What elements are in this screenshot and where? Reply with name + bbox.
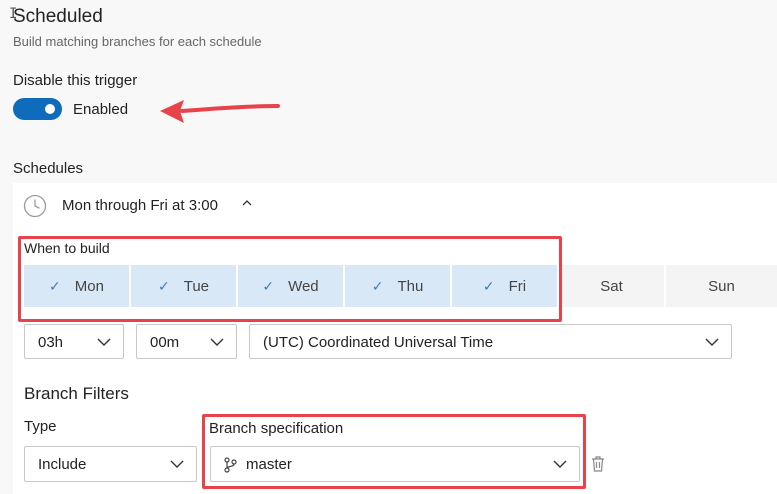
check-icon: ✓: [482, 277, 495, 294]
when-to-build-label: When to build: [24, 240, 110, 256]
day-label: Tue: [183, 277, 210, 295]
schedule-summary[interactable]: Mon through Fri at 3:00: [62, 197, 218, 214]
branch-spec-value: master: [246, 456, 292, 473]
day-toggle-wed[interactable]: ✓ Wed: [238, 265, 343, 307]
check-icon: ✓: [371, 277, 384, 294]
page-title: Scheduled: [13, 6, 103, 27]
annotation-arrow-icon: [160, 100, 280, 123]
page-subtitle: Build matching branches for each schedul…: [13, 34, 262, 49]
day-toggle-sun[interactable]: Sun: [666, 265, 777, 307]
day-toggle-tue[interactable]: ✓ Tue: [131, 265, 236, 307]
chevron-down-icon: [210, 338, 224, 346]
check-icon: ✓: [49, 277, 61, 294]
day-toggle-fri[interactable]: ✓ Fri: [452, 265, 557, 307]
delete-filter-trash-icon[interactable]: [590, 455, 606, 473]
chevron-down-icon: [170, 460, 184, 468]
hour-select[interactable]: 03h: [24, 324, 124, 359]
day-label: Mon: [74, 277, 104, 295]
day-label: Fri: [508, 277, 527, 295]
toggle-knob: [45, 104, 55, 114]
schedules-label: Schedules: [13, 160, 84, 177]
type-label: Type: [24, 418, 57, 435]
chevron-down-icon: [553, 460, 567, 468]
chevron-down-icon: [97, 338, 111, 346]
chevron-up-icon[interactable]: [241, 197, 253, 209]
filter-type-select[interactable]: Include: [24, 446, 197, 482]
day-label: Thu: [397, 277, 424, 295]
day-toggle-mon[interactable]: ✓ Mon: [24, 265, 129, 307]
day-toggle-thu[interactable]: ✓ Thu: [345, 265, 450, 307]
enable-trigger-toggle[interactable]: [13, 98, 62, 120]
branch-icon: [224, 457, 237, 473]
chevron-down-icon: [705, 338, 719, 346]
day-label: Wed: [288, 277, 319, 295]
timezone-value: (UTC) Coordinated Universal Time: [263, 334, 494, 351]
check-icon: ✓: [157, 277, 170, 294]
toggle-state-label: Enabled: [73, 101, 129, 118]
trigger-label: Disable this trigger: [13, 72, 138, 89]
hour-value: 03h: [38, 334, 64, 351]
timezone-select[interactable]: (UTC) Coordinated Universal Time: [249, 324, 732, 359]
branch-spec-label: Branch specification: [209, 420, 344, 437]
minute-value: 00m: [150, 334, 180, 351]
branch-spec-select[interactable]: master: [210, 446, 580, 482]
day-label: Sun: [708, 277, 735, 295]
filter-type-value: Include: [38, 456, 87, 473]
day-toggle-sat[interactable]: Sat: [559, 265, 664, 307]
minute-select[interactable]: 00m: [136, 324, 237, 359]
day-label: Sat: [600, 277, 623, 295]
clock-icon: [23, 194, 47, 218]
check-icon: ✓: [262, 277, 275, 294]
branch-filters-heading: Branch Filters: [24, 384, 129, 403]
